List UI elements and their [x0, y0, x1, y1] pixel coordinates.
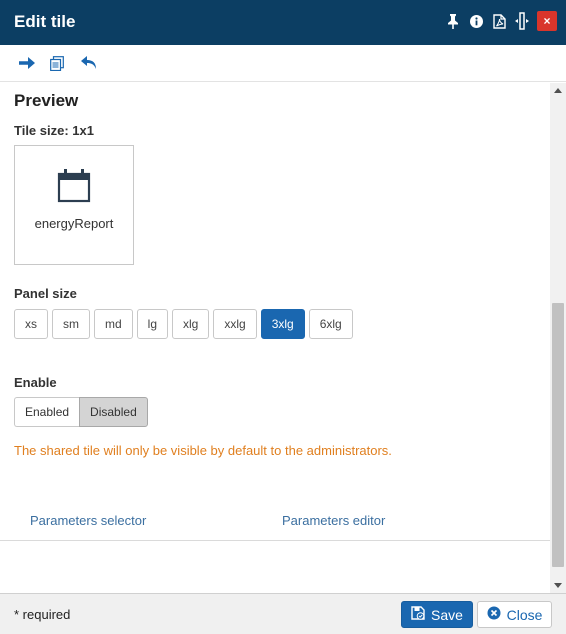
- save-icon: [411, 606, 425, 623]
- panel-size-xlg[interactable]: xlg: [172, 309, 210, 339]
- arrow-right-icon[interactable]: [17, 54, 37, 72]
- panel-size-6xlg[interactable]: 6xlg: [308, 309, 353, 339]
- content-scrollbar[interactable]: [550, 83, 566, 593]
- close-button[interactable]: Close: [477, 601, 552, 628]
- panel-size-group: xs sm md lg xlg xxlg 3xlg 6xlg: [14, 309, 353, 339]
- undo-icon[interactable]: [79, 54, 99, 72]
- enabled-option[interactable]: Enabled: [14, 397, 80, 427]
- resize-icon[interactable]: [514, 11, 530, 31]
- tile-preview: energyReport: [14, 145, 134, 265]
- pdf-icon[interactable]: [491, 11, 507, 31]
- close-circle-icon: [487, 606, 501, 623]
- info-icon[interactable]: [468, 11, 484, 31]
- save-label: Save: [431, 606, 463, 623]
- dialog-content: Preview Tile size: 1x1 energyReport Pane…: [0, 83, 550, 593]
- tab-parameters-editor[interactable]: Parameters editor: [282, 513, 385, 528]
- panel-size-xxlg[interactable]: xxlg: [213, 309, 257, 339]
- enable-toggle: Enabled Disabled: [14, 397, 148, 427]
- close-label: Close: [506, 606, 543, 623]
- dialog-footer: * required Save Close: [0, 593, 566, 634]
- calendar-icon: [57, 169, 91, 203]
- panel-size-lg[interactable]: lg: [136, 309, 169, 339]
- panel-size-xs[interactable]: xs: [14, 309, 48, 339]
- titlebar-actions: ×: [445, 11, 557, 31]
- toolbar: [0, 45, 566, 82]
- window-title: Edit tile: [14, 12, 76, 31]
- scrollbar-thumb[interactable]: [552, 303, 564, 567]
- tab-parameters-selector[interactable]: Parameters selector: [30, 513, 146, 528]
- enable-label: Enable: [14, 375, 57, 390]
- parameters-tabs: Parameters selector Parameters editor: [0, 503, 550, 541]
- disabled-option[interactable]: Disabled: [79, 397, 148, 427]
- preview-heading: Preview: [14, 91, 79, 110]
- window-titlebar: Edit tile ×: [0, 0, 566, 45]
- save-button[interactable]: Save: [401, 601, 473, 628]
- copy-icon[interactable]: [47, 54, 67, 72]
- close-window-button[interactable]: ×: [537, 11, 557, 31]
- panel-size-sm[interactable]: sm: [52, 309, 90, 339]
- pin-icon[interactable]: [445, 11, 461, 31]
- shared-tile-warning: The shared tile will only be visible by …: [14, 443, 392, 458]
- tile-size-label: Tile size: 1x1: [14, 123, 94, 138]
- required-note: * required: [14, 607, 71, 622]
- scroll-down-arrow-icon[interactable]: [554, 583, 562, 588]
- panel-size-label: Panel size: [14, 286, 77, 301]
- tile-label: energyReport: [34, 216, 114, 231]
- panel-size-md[interactable]: md: [94, 309, 133, 339]
- close-icon: ×: [543, 14, 551, 28]
- scroll-up-arrow-icon[interactable]: [554, 88, 562, 93]
- panel-size-3xlg[interactable]: 3xlg: [260, 309, 305, 339]
